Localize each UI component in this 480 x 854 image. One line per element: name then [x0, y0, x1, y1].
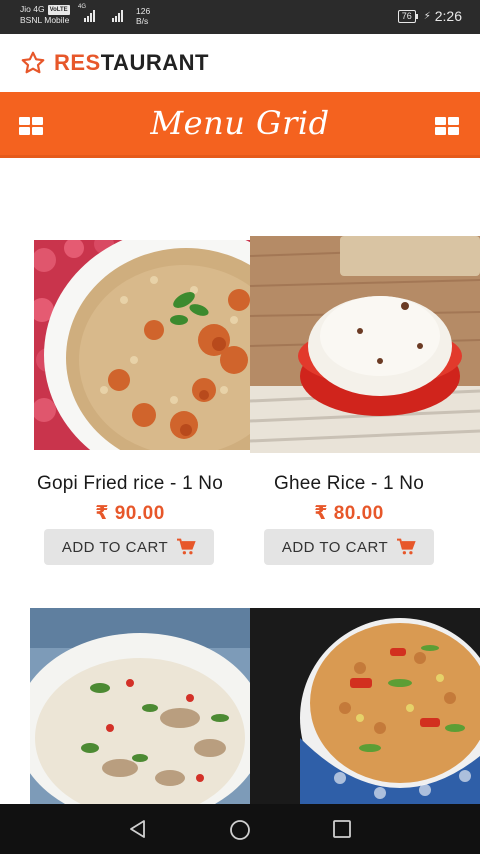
- add-to-cart-label: ADD TO CART: [281, 538, 389, 556]
- product-image-mushroom-rice[interactable]: [30, 608, 250, 804]
- brand-accent: RES: [54, 50, 101, 75]
- back-icon[interactable]: [128, 819, 148, 839]
- cart-icon: [177, 538, 196, 555]
- menu-title: Menu Grid: [150, 104, 330, 142]
- product-name: Ghee Rice - 1 No: [274, 473, 424, 494]
- status-bar: Jio 4G VoLTE BSNL Mobile 4G 126 B/s 76 ⚡ …: [0, 0, 480, 34]
- carrier-1: Jio 4G: [20, 4, 45, 14]
- charging-icon: ⚡: [423, 10, 431, 22]
- home-icon[interactable]: [229, 819, 251, 841]
- product-price: ₹ 90.00: [95, 503, 165, 524]
- status-right: 76 ⚡ 2:26: [397, 8, 462, 24]
- network-speed: 126 B/s: [136, 6, 151, 26]
- cart-icon: [397, 538, 416, 555]
- brand-rest: TAURANT: [100, 50, 209, 75]
- star-icon: [21, 51, 45, 74]
- product-price: ₹ 80.00: [314, 503, 384, 524]
- menu-bar: Menu Grid: [0, 92, 480, 158]
- add-to-cart-button[interactable]: ADD TO CART: [44, 529, 214, 565]
- app-header: RESTAURANT: [0, 34, 480, 92]
- add-to-cart-button[interactable]: ADD TO CART: [264, 529, 434, 565]
- network-type: 4G: [78, 4, 87, 10]
- product-image-ghee-rice[interactable]: [250, 236, 480, 453]
- carrier-2: BSNL Mobile: [20, 15, 70, 25]
- clock: 2:26: [434, 8, 462, 24]
- product-image-veg-fried-rice[interactable]: [250, 608, 480, 804]
- add-to-cart-label: ADD TO CART: [61, 538, 169, 556]
- carrier-info: Jio 4G VoLTE BSNL Mobile: [20, 4, 70, 25]
- product-name: Gopi Fried rice - 1 No: [36, 473, 223, 494]
- system-nav-bar: [0, 804, 480, 854]
- battery-icon: 76: [397, 9, 418, 23]
- brand-title: RESTAURANT: [54, 50, 209, 76]
- product-image-gopi-fried-rice[interactable]: [34, 240, 250, 450]
- volte-badge: VoLTE: [47, 5, 70, 15]
- recents-icon[interactable]: [332, 819, 352, 839]
- grid-view-icon[interactable]: [435, 117, 459, 135]
